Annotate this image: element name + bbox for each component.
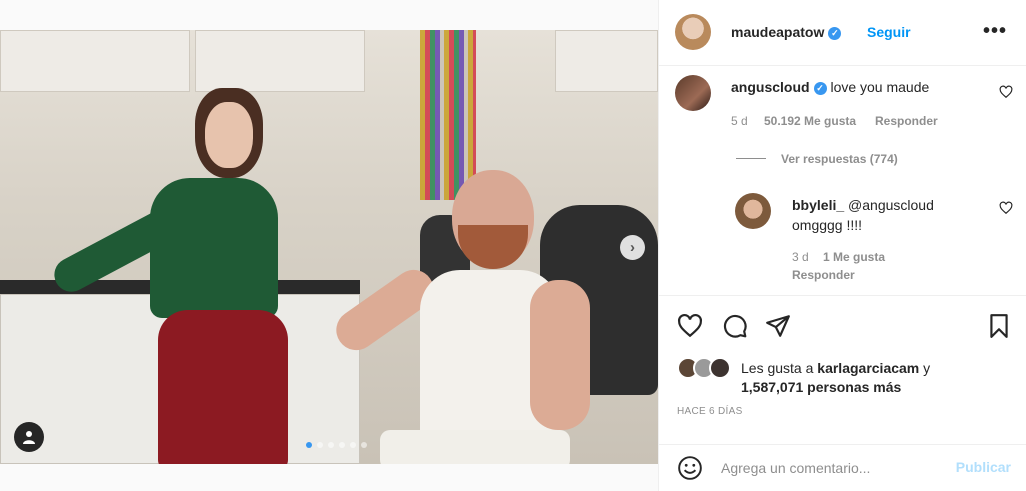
bookmark-icon[interactable] bbox=[986, 313, 1012, 339]
replies-line bbox=[736, 158, 766, 159]
emoji-icon[interactable] bbox=[677, 455, 703, 481]
comment-likes[interactable]: 50.192 Me gusta bbox=[764, 114, 856, 128]
comments-section: anguscloud ✓ love you maude 5 d 50.192 Me… bbox=[659, 67, 1026, 295]
carousel-dot bbox=[350, 442, 356, 448]
comment-text: love you maude bbox=[830, 79, 930, 95]
user-tag-icon bbox=[23, 431, 35, 444]
comment-meta: 5 d bbox=[731, 114, 748, 128]
heart-icon[interactable] bbox=[999, 201, 1013, 215]
comment-text: omgggg !!!! bbox=[792, 217, 863, 233]
likes-connector: y bbox=[919, 360, 931, 376]
commenter-avatar[interactable] bbox=[675, 75, 711, 111]
author-avatar[interactable] bbox=[675, 14, 711, 50]
reply-button[interactable]: Responder bbox=[792, 268, 855, 282]
post-header: maudeapatow ✓ Seguir ••• bbox=[659, 0, 1026, 66]
comment-age[interactable]: 5 d bbox=[731, 114, 748, 128]
cabinet-decor bbox=[555, 30, 658, 92]
author-username-text[interactable]: maudeapatow bbox=[731, 24, 824, 40]
comment-icon[interactable] bbox=[722, 313, 748, 339]
chevron-right-icon: › bbox=[630, 239, 635, 256]
cabinet-decor bbox=[195, 30, 365, 92]
person-sweater-decor bbox=[150, 178, 278, 318]
carousel-dot bbox=[328, 442, 334, 448]
verified-icon: ✓ bbox=[828, 26, 842, 40]
carousel-dot bbox=[317, 442, 323, 448]
likes-count[interactable]: 1,587,071 personas más bbox=[741, 379, 901, 395]
more-icon[interactable]: ••• bbox=[983, 20, 1007, 43]
post-media-pane: › bbox=[0, 0, 658, 491]
heart-icon[interactable] bbox=[999, 85, 1013, 99]
comment-age[interactable]: 3 d bbox=[792, 250, 809, 264]
comment: anguscloud ✓ love you maude bbox=[731, 79, 929, 95]
add-comment-bar: Publicar bbox=[659, 444, 1026, 491]
likers-avatars[interactable] bbox=[677, 357, 741, 381]
next-slide-button[interactable]: › bbox=[620, 235, 645, 260]
tinsel-decor bbox=[420, 30, 476, 200]
comment: bbyleli_ @anguscloud omgggg !!!! bbox=[792, 195, 934, 235]
view-replies-button[interactable]: Ver respuestas (774) bbox=[781, 152, 898, 166]
person-face-decor bbox=[205, 102, 253, 168]
likes-prefix: Les gusta a bbox=[741, 360, 818, 376]
person-pants-decor bbox=[158, 310, 288, 464]
comment-input[interactable] bbox=[721, 457, 941, 479]
comment-mention[interactable]: @anguscloud bbox=[848, 197, 934, 213]
post-sidebar: maudeapatow ✓ Seguir ••• anguscloud ✓ love… bbox=[658, 0, 1026, 491]
verified-icon: ✓ bbox=[813, 81, 827, 95]
heart-icon[interactable] bbox=[677, 313, 703, 339]
carousel-indicator bbox=[306, 442, 367, 448]
author-username[interactable]: maudeapatow ✓ bbox=[731, 24, 842, 40]
commenter-username[interactable]: anguscloud bbox=[731, 79, 810, 95]
reply-button[interactable]: Responder bbox=[875, 114, 938, 128]
comment-meta: 3 d bbox=[792, 250, 809, 264]
post-photo[interactable] bbox=[0, 30, 658, 464]
person-pants-decor bbox=[380, 430, 570, 464]
cabinet-decor bbox=[0, 30, 190, 92]
comment-likes[interactable]: 1 Me gusta bbox=[823, 250, 885, 264]
liker-avatar bbox=[709, 357, 731, 379]
commenter-avatar[interactable] bbox=[735, 193, 771, 229]
commenter-username[interactable]: bbyleli_ bbox=[792, 197, 844, 213]
carousel-dot bbox=[361, 442, 367, 448]
share-icon[interactable] bbox=[765, 313, 791, 339]
person-arm-decor bbox=[530, 280, 590, 430]
user-tag-button[interactable] bbox=[14, 422, 44, 452]
likes-summary: Les gusta a karlagarciacam y 1,587,071 p… bbox=[741, 359, 930, 397]
carousel-dot bbox=[306, 442, 312, 448]
publish-button[interactable]: Publicar bbox=[956, 459, 1011, 475]
follow-button[interactable]: Seguir bbox=[867, 24, 911, 40]
liker-username[interactable]: karlagarciacam bbox=[817, 360, 919, 376]
carousel-dot bbox=[339, 442, 345, 448]
post-date[interactable]: HACE 6 DÍAS bbox=[677, 406, 743, 417]
post-actions: Les gusta a karlagarciacam y 1,587,071 p… bbox=[659, 295, 1026, 425]
